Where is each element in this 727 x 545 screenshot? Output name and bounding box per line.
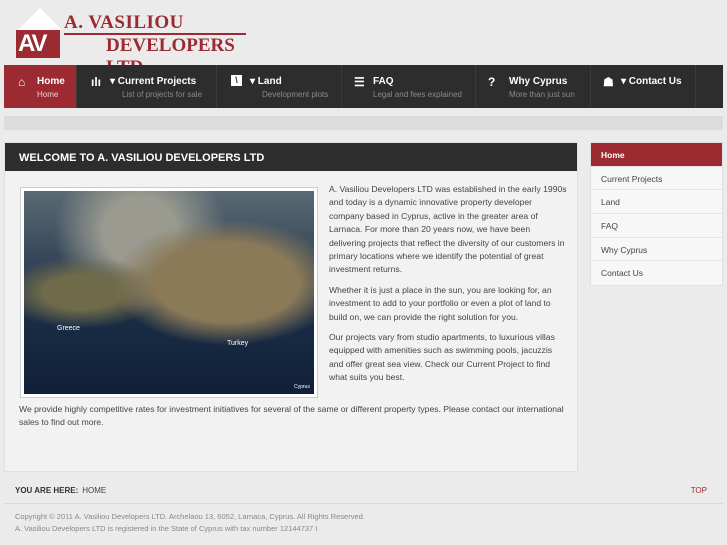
paragraph: A. Vasiliou Developers LTD was establish… xyxy=(329,184,567,275)
chart-icon: ılı xyxy=(91,75,102,89)
nav-home[interactable]: ⌂ Home Home xyxy=(4,65,77,108)
subnav-strip xyxy=(4,116,723,130)
breadcrumb-label: YOU ARE HERE: xyxy=(15,486,79,495)
registration: A. Vasiliou Developers LTD is registered… xyxy=(15,524,318,533)
sidebar-item-contact-us[interactable]: Contact Us xyxy=(591,261,722,285)
question-icon: ? xyxy=(488,75,496,89)
nav-sub: More than just sun xyxy=(509,90,575,99)
sidebar-menu: Home Current Projects Land FAQ Why Cypru… xyxy=(590,142,723,287)
nav-sub: List of projects for sale xyxy=(122,90,203,99)
paragraph: We provide highly competitive rates for … xyxy=(19,404,564,428)
map-label-greece: Greece xyxy=(57,325,80,332)
list-icon: ☰ xyxy=(354,75,365,89)
nav-contact-us[interactable]: ☗ ▾ Contact Us xyxy=(591,65,696,108)
nav-current-projects[interactable]: ılı ▾ Current Projects List of projects … xyxy=(77,65,217,108)
home-icon: ⌂ xyxy=(18,75,26,89)
logo-roof xyxy=(18,8,62,30)
nav-label: Why Cyprus xyxy=(509,76,568,87)
nav-label: ▾ Current Projects xyxy=(110,76,197,87)
breadcrumb-current[interactable]: HOME xyxy=(82,486,106,495)
page-title: WELCOME TO A. VASILIOU DEVELOPERS LTD xyxy=(5,143,577,171)
nav-sub: Home xyxy=(37,90,59,99)
paragraph: Whether it is just a place in the sun, y… xyxy=(329,284,552,322)
main-content: WELCOME TO A. VASILIOU DEVELOPERS LTD Gr… xyxy=(4,142,578,472)
map-label-turkey: Turkey xyxy=(227,340,249,347)
people-icon: ☗ xyxy=(603,75,614,89)
main-nav: ⌂ Home Home ılı ▾ Current Projects List … xyxy=(4,65,723,108)
map-label-cyprus: Cyprus xyxy=(294,384,310,390)
nav-sub: Development plots xyxy=(262,90,329,99)
footer: Copyright © 2011 A. Vasiliou Developers … xyxy=(15,511,365,535)
paragraph: Our projects vary from studio apartments… xyxy=(329,332,555,383)
top-link[interactable]: TOP xyxy=(691,486,707,495)
logo-line1: A. VASILIOU xyxy=(64,12,184,33)
copyright: Copyright © 2011 A. Vasiliou Developers … xyxy=(15,512,365,521)
logo-initials: AV xyxy=(16,30,60,58)
breadcrumb: YOU ARE HERE: HOME xyxy=(15,486,106,495)
sidebar-item-home[interactable]: Home xyxy=(591,143,722,167)
map-image: Greece Turkey Cyprus xyxy=(20,187,318,398)
nav-label: ▾ Land xyxy=(250,76,282,87)
logo[interactable]: AV A. VASILIOU DEVELOPERS LTD xyxy=(16,8,246,78)
nav-why-cyprus[interactable]: ? Why Cyprus More than just sun xyxy=(476,65,591,108)
footer-divider xyxy=(4,503,723,504)
nav-label: ▾ Contact Us xyxy=(621,76,682,87)
nav-label: Home xyxy=(37,76,65,87)
sidebar-item-land[interactable]: Land xyxy=(591,190,722,215)
nav-sub: Legal and fees explained xyxy=(373,90,462,99)
sidebar-item-current-projects[interactable]: Current Projects xyxy=(591,167,722,191)
sidebar-item-faq[interactable]: FAQ xyxy=(591,214,722,238)
land-icon: \ xyxy=(231,75,242,86)
sidebar-item-why-cyprus[interactable]: Why Cyprus xyxy=(591,238,722,262)
nav-label: FAQ xyxy=(373,76,394,87)
intro-text: A. Vasiliou Developers LTD was establish… xyxy=(329,183,567,392)
nav-faq[interactable]: ☰ FAQ Legal and fees explained xyxy=(342,65,476,108)
nav-land[interactable]: \ ▾ Land Development plots xyxy=(217,65,342,108)
